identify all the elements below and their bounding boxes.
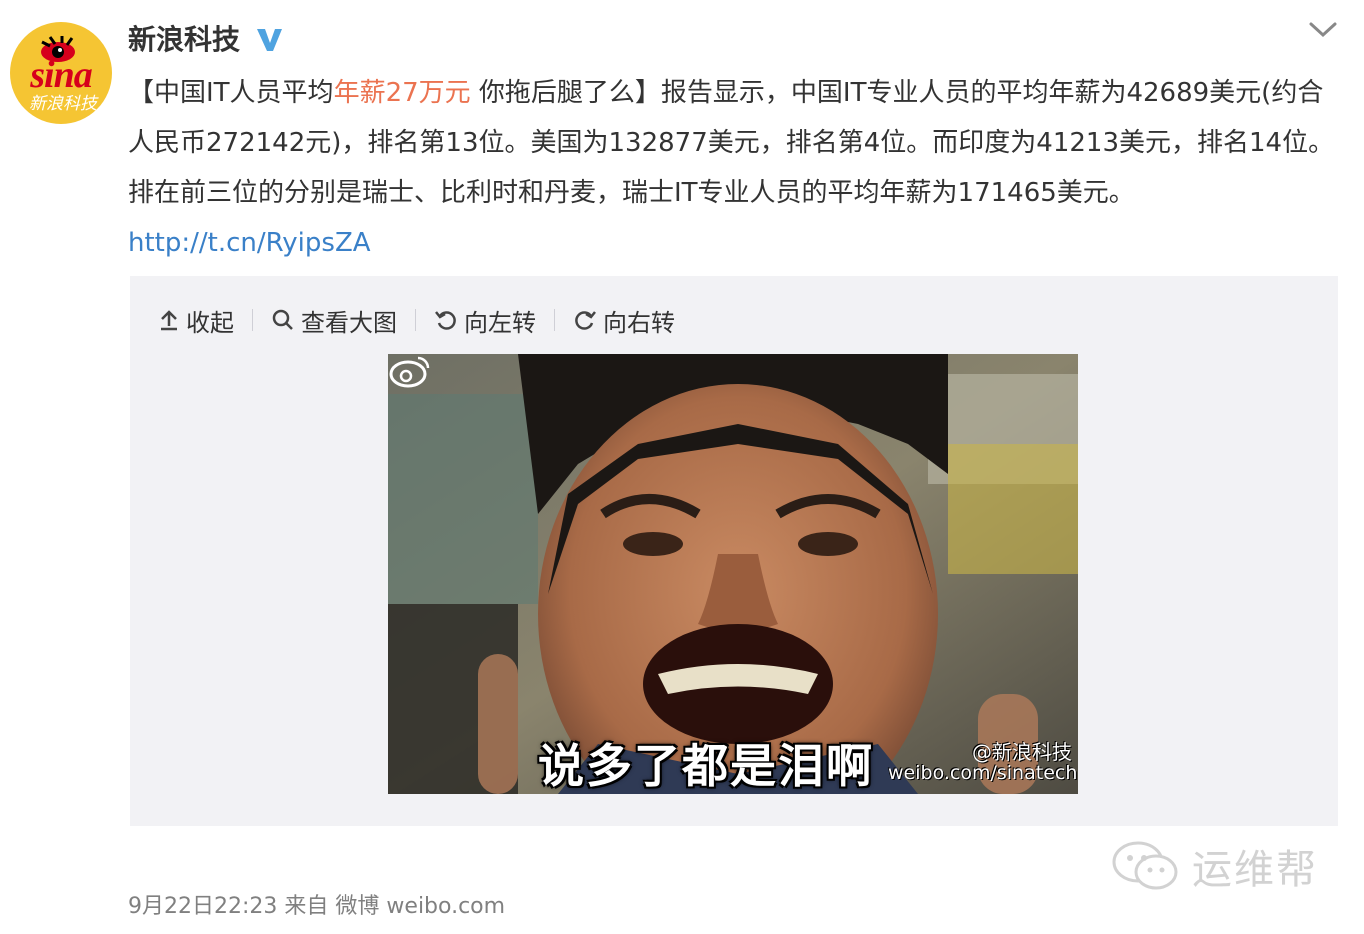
rotate-left-icon bbox=[435, 311, 456, 330]
from-label: 来自 bbox=[284, 894, 329, 919]
account-name[interactable]: 新浪科技 bbox=[128, 22, 240, 58]
view-large-label: 查看大图 bbox=[301, 308, 397, 337]
view-large-button[interactable]: 查看大图 bbox=[271, 303, 397, 338]
collapse-up-icon bbox=[161, 310, 177, 331]
search-icon bbox=[272, 309, 293, 330]
image-caption: 说多了都是泪啊 bbox=[538, 739, 874, 793]
wechat-icon bbox=[1112, 841, 1178, 890]
rotate-right-button[interactable]: 向右转 bbox=[573, 303, 675, 338]
media-expanded-panel: 收起 查看大图 向左转 向右转 说多了都是泪啊 @新浪科技 weibo.com/… bbox=[130, 276, 1338, 826]
post-short-link[interactable]: http://t.cn/RyipsZA bbox=[128, 228, 371, 258]
post-image[interactable]: 说多了都是泪啊 @新浪科技 weibo.com/sinatech bbox=[388, 354, 1078, 794]
sina-logo-subtitle: 新浪科技 bbox=[29, 94, 97, 114]
rotate-right-label: 向右转 bbox=[603, 308, 675, 337]
brand-watermark-text: 运维帮 bbox=[1192, 847, 1318, 893]
sina-logo-text: sina bbox=[30, 54, 92, 96]
verified-v-icon bbox=[257, 29, 282, 51]
post-meta: 9月22日22:23 来自 微博 weibo.com bbox=[128, 892, 505, 922]
image-watermark-name: @新浪科技 bbox=[972, 740, 1072, 764]
account-avatar[interactable]: sina 新浪科技 bbox=[10, 22, 112, 124]
post-text-highlight: 年薪27万元 bbox=[333, 78, 471, 108]
post-text: 【中国IT人员平均年薪27万元 你拖后腿了么】报告显示，中国IT专业人员的平均年… bbox=[128, 68, 1348, 268]
weibo-logo-icon bbox=[389, 356, 430, 388]
meme-photo-illustration bbox=[388, 354, 1078, 794]
toolbar-divider bbox=[554, 309, 555, 331]
rotate-right-icon bbox=[575, 311, 596, 330]
post-text-lead: 【中国IT人员平均 bbox=[128, 78, 334, 108]
collapse-label: 收起 bbox=[186, 308, 234, 337]
chevron-down-icon[interactable] bbox=[1306, 16, 1340, 42]
post-time[interactable]: 9月22日22:23 bbox=[128, 894, 277, 919]
rotate-left-label: 向左转 bbox=[464, 308, 536, 337]
image-watermark-url: weibo.com/sinatech bbox=[888, 762, 1078, 784]
media-toolbar: 收起 查看大图 向左转 向右转 bbox=[158, 302, 675, 338]
toolbar-divider bbox=[252, 309, 253, 331]
collapse-button[interactable]: 收起 bbox=[158, 303, 234, 338]
brand-watermark: 运维帮 bbox=[1110, 838, 1318, 894]
post-source[interactable]: 微博 weibo.com bbox=[335, 894, 505, 919]
rotate-left-button[interactable]: 向左转 bbox=[434, 303, 536, 338]
toolbar-divider bbox=[415, 309, 416, 331]
